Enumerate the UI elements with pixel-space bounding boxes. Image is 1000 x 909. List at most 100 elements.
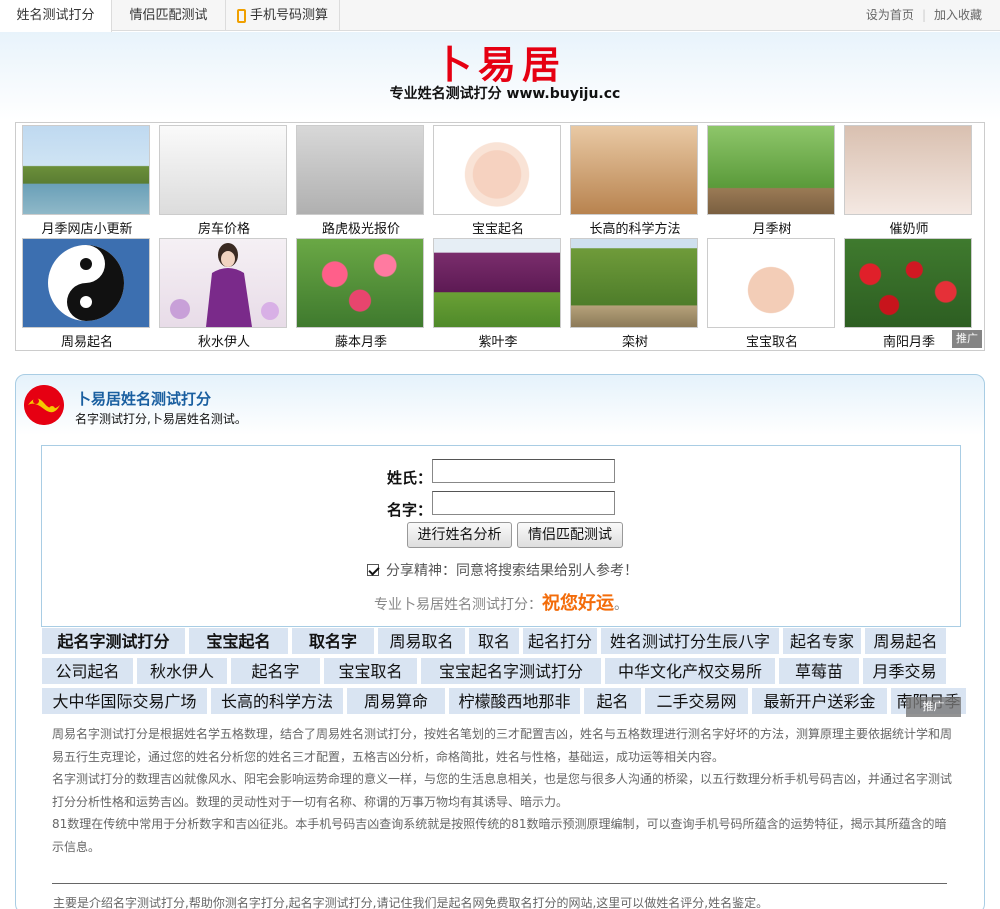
link-item[interactable]: 宝宝起名 <box>188 627 289 655</box>
grid-item[interactable]: 月季树 <box>707 125 837 237</box>
site-header: 卜易居 专业姓名测试打分 www.buyiju.cc <box>0 32 1000 120</box>
top-bar: 姓名测试打分 情侣匹配测试 手机号码测算 设为首页 | 加入收藏 <box>0 0 1000 32</box>
link-item[interactable]: 中华文化产权交易所 <box>604 657 776 685</box>
tab-phone-number-label: 手机号码测算 <box>249 8 328 23</box>
baby-white-hat-image <box>707 238 835 328</box>
link-item[interactable]: 起名专家 <box>782 627 862 655</box>
share-checkbox[interactable] <box>367 564 379 576</box>
description-paragraph: 81数理在传统中常用于分析数字和吉凶征兆。本手机号码吉凶查询系统就是按照传统的8… <box>52 817 947 854</box>
grid-item[interactable]: 长高的科学方法 <box>570 125 700 237</box>
tab-couple-match[interactable]: 情侣匹配测试 <box>112 0 226 31</box>
couple-match-button[interactable]: 情侣匹配测试 <box>517 522 623 548</box>
purple-dress-girl-image <box>159 238 287 328</box>
grid-caption: 藤本月季 <box>334 335 387 350</box>
link-item[interactable]: 周易取名 <box>377 627 466 655</box>
image-ad-grid: 月季网店小更新 房车价格 路虎极光报价 宝宝起名 长高的科学方法 月季树 催奶师 <box>15 122 985 351</box>
link-item[interactable]: 起名字测试打分 <box>41 627 186 655</box>
link-item[interactable]: 月季交易 <box>862 657 947 685</box>
name-input[interactable] <box>432 491 615 515</box>
black-suv-image <box>296 125 424 215</box>
share-option[interactable]: 分享精神：同意将搜索结果给别人参考！ <box>367 560 638 580</box>
link-item[interactable]: 二手交易网 <box>644 687 749 715</box>
grid-item[interactable]: 藤本月季 <box>296 238 426 350</box>
grid-caption: 秋水伊人 <box>197 335 250 350</box>
name-label: 名字： <box>387 501 433 519</box>
grid-caption: 栾树 <box>621 335 648 350</box>
link-item[interactable]: 柠檬酸西地那非 <box>448 687 581 715</box>
baby-pink-hat-image <box>433 125 561 215</box>
link-row-2: 公司起名 秋水伊人 起名字 宝宝取名 宝宝起名字测试打分 中华文化产权交易所 草… <box>41 657 949 687</box>
link-item[interactable]: 周易算命 <box>346 687 446 715</box>
slogan-prefix: 专业卜易居姓名测试打分： <box>374 597 542 613</box>
link-row-1: 起名字测试打分 宝宝起名 取名字 周易取名 取名 起名打分 姓名测试打分生辰八字… <box>41 627 949 657</box>
motorhome-image <box>159 125 287 215</box>
tiptoe-feet-image <box>570 125 698 215</box>
taiji-image <box>22 238 150 328</box>
link-item[interactable]: 周易起名 <box>864 627 947 655</box>
grid-item[interactable]: 秋水伊人 <box>159 238 289 350</box>
massage-image <box>844 125 972 215</box>
link-item[interactable]: 最新开户送彩金 <box>751 687 888 715</box>
link-item[interactable]: 宝宝取名 <box>323 657 418 685</box>
top-tabs: 姓名测试打分 情侣匹配测试 手机号码测算 <box>0 0 340 32</box>
surname-label: 姓氏： <box>387 469 433 487</box>
link-item[interactable]: 起名字 <box>230 657 321 685</box>
phone-icon <box>236 8 246 23</box>
grid-item[interactable]: 周易起名 <box>22 238 152 350</box>
grid-item[interactable]: 紫叶李 <box>433 238 563 350</box>
analyze-name-button[interactable]: 进行姓名分析 <box>407 522 512 548</box>
link-item[interactable]: 姓名测试打分生辰八字 <box>600 627 780 655</box>
site-subtitle: 专业姓名测试打分 www.buyiju.cc <box>389 86 621 102</box>
pagoda-lake-image <box>22 125 150 215</box>
link-ad-badge[interactable]: 推广 <box>906 697 961 717</box>
link-item[interactable]: 秋水伊人 <box>136 657 228 685</box>
grid-item[interactable]: 房车价格 <box>159 125 289 237</box>
site-logo[interactable]: 卜易居 <box>0 34 1000 89</box>
link-item[interactable]: 草莓苗 <box>778 657 860 685</box>
grid-caption: 长高的科学方法 <box>589 222 681 237</box>
top-links: 设为首页 | 加入收藏 <box>866 0 982 31</box>
climbing-roses-image <box>296 238 424 328</box>
grid-caption: 周易起名 <box>60 335 113 350</box>
tab-phone-number[interactable]: 手机号码测算 <box>226 0 340 31</box>
ad-badge[interactable]: 推广 <box>952 330 982 348</box>
slogan-suffix: 。 <box>614 597 628 613</box>
surname-input[interactable] <box>432 459 615 483</box>
panel-title: 卜易居姓名测试打分 <box>76 390 212 408</box>
link-item[interactable]: 取名字 <box>291 627 375 655</box>
link-row-3: 大中华国际交易广场 长高的科学方法 周易算命 柠檬酸西地那非 起名 二手交易网 … <box>41 687 969 717</box>
link-item[interactable]: 长高的科学方法 <box>210 687 344 715</box>
grid-caption: 房车价格 <box>197 222 250 237</box>
link-item[interactable]: 起名打分 <box>522 627 598 655</box>
grid-caption: 催奶师 <box>889 222 929 237</box>
link-separator: | <box>921 8 926 22</box>
grid-caption: 月季树 <box>752 222 792 237</box>
name-form: 姓氏： 名字： 进行姓名分析 情侣匹配测试 分享精神：同意将搜索结果给别人参考！… <box>41 445 961 627</box>
koelreuteria-tree-image <box>570 238 698 328</box>
slogan-highlight: 祝您好运 <box>542 593 614 614</box>
link-item[interactable]: 大中华国际交易广场 <box>41 687 208 715</box>
grid-item[interactable]: 栾树 <box>570 238 700 350</box>
link-item[interactable]: 起名 <box>583 687 642 715</box>
grid-item[interactable]: 月季网店小更新 <box>22 125 152 237</box>
share-text: 分享精神：同意将搜索结果给别人参考！ <box>386 563 638 579</box>
grid-item[interactable]: 宝宝取名 <box>707 238 837 350</box>
description-paragraph: 周易名字测试打分是根据姓名学五格数理，结合了周易姓名测试打分，按姓名笔划的三才配… <box>52 727 953 764</box>
grid-caption: 宝宝起名 <box>471 222 524 237</box>
add-favorite-link[interactable]: 加入收藏 <box>934 0 982 31</box>
grid-item[interactable]: 路虎极光报价 <box>296 125 426 237</box>
slogan: 专业卜易居姓名测试打分：祝您好运。 <box>42 589 960 615</box>
grid-item[interactable]: 宝宝起名 <box>433 125 563 237</box>
divider <box>52 883 947 884</box>
rose-tree-image <box>707 125 835 215</box>
link-item[interactable]: 宝宝起名字测试打分 <box>420 657 602 685</box>
red-roses-image <box>844 238 972 328</box>
set-homepage-link[interactable]: 设为首页 <box>866 0 914 31</box>
name-test-panel: 卜易居姓名测试打分 名字测试打分,卜易居姓名测试。 姓氏： 名字： 进行姓名分析… <box>15 374 985 909</box>
tab-name-test[interactable]: 姓名测试打分 <box>0 0 112 32</box>
description: 周易名字测试打分是根据姓名学五格数理，结合了周易姓名测试打分，按姓名笔划的三才配… <box>52 723 952 858</box>
grid-caption: 紫叶李 <box>478 335 518 350</box>
link-item[interactable]: 公司起名 <box>41 657 134 685</box>
link-item[interactable]: 取名 <box>468 627 520 655</box>
grid-item[interactable]: 催奶师 <box>844 125 974 237</box>
